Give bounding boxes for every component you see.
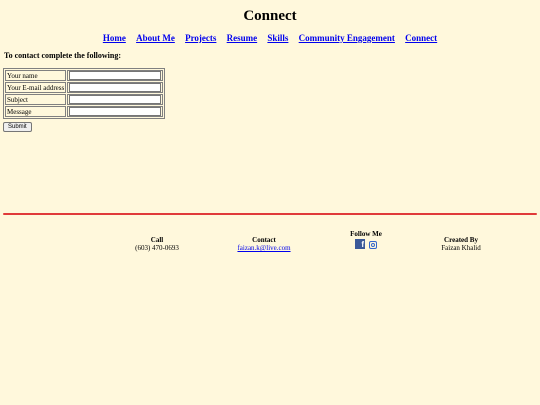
form-row: Your name xyxy=(5,70,164,81)
nav-community-link[interactable]: Community Engagement xyxy=(299,33,395,43)
name-input[interactable] xyxy=(69,71,162,80)
nav-home-link[interactable]: Home xyxy=(103,33,126,43)
nav-skills-link[interactable]: Skills xyxy=(267,33,288,43)
message-label: Message xyxy=(5,106,67,117)
nav-connect-link[interactable]: Connect xyxy=(405,33,437,43)
footer-divider xyxy=(3,213,537,215)
form-row: Subject xyxy=(5,94,164,105)
email-input[interactable] xyxy=(69,83,162,92)
contact-email-link[interactable]: faizan.k@live.com xyxy=(237,244,290,252)
nav-about-link[interactable]: About Me xyxy=(136,33,175,43)
nav-projects-link[interactable]: Projects xyxy=(185,33,216,43)
subject-label: Subject xyxy=(5,94,67,105)
message-input[interactable] xyxy=(69,107,162,116)
footer-follow: Follow Me f xyxy=(336,230,396,249)
form-row: Your E-mail address xyxy=(5,82,164,93)
submit-button[interactable]: Submit xyxy=(3,122,32,132)
name-label: Your name xyxy=(5,70,67,81)
instagram-icon[interactable] xyxy=(369,241,377,249)
form-intro: To contact complete the following: xyxy=(4,51,122,60)
form-row: Message xyxy=(5,106,164,117)
facebook-icon[interactable]: f xyxy=(355,239,365,249)
nav-resume-link[interactable]: Resume xyxy=(227,33,258,43)
call-phone: (603) 470-0693 xyxy=(135,244,179,252)
subject-input[interactable] xyxy=(69,95,162,104)
author-name: Faizan Khalid xyxy=(441,244,481,252)
main-nav: Home About Me Projects Resume Skills Com… xyxy=(0,33,540,43)
footer-created: Created By Faizan Khalid xyxy=(418,236,504,252)
email-label: Your E-mail address xyxy=(5,82,67,93)
footer-call: Call (603) 470-0693 xyxy=(116,236,198,252)
footer-contact: Contact faizan.k@live.com xyxy=(222,236,306,252)
page-title: Connect xyxy=(243,8,297,24)
created-heading: Created By xyxy=(444,236,478,244)
contact-form-table: Your name Your E-mail address Subject Me… xyxy=(3,68,166,119)
contact-heading: Contact xyxy=(252,236,276,244)
call-heading: Call xyxy=(150,236,164,244)
follow-heading: Follow Me xyxy=(350,230,382,238)
